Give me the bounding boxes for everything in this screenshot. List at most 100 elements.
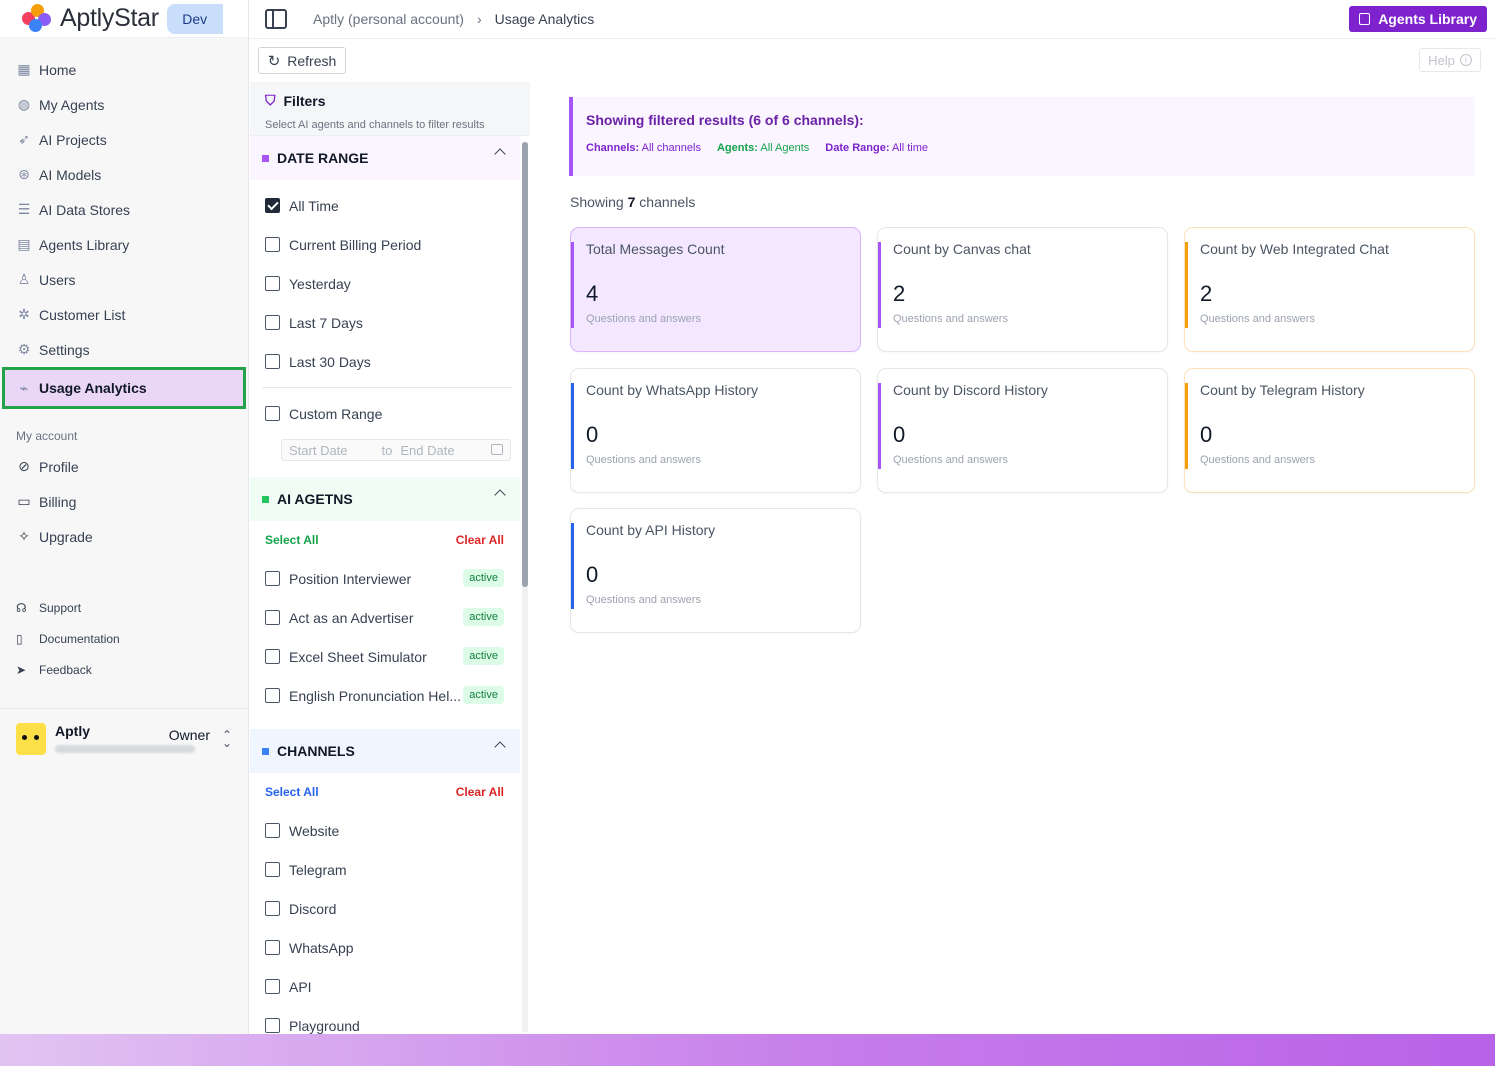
agent-option[interactable]: Act as an Advertiser active [250, 598, 520, 637]
card-subtitle: Questions and answers [1200, 454, 1315, 466]
stat-card-total-messages[interactable]: Total Messages Count 4 Questions and ans… [570, 227, 861, 352]
checkbox[interactable] [265, 406, 280, 421]
refresh-label: Refresh [287, 52, 337, 69]
agents-section-header[interactable]: AI AGETNS [250, 477, 520, 521]
card-title: Count by Canvas chat [893, 241, 1031, 257]
checkbox[interactable] [265, 862, 280, 877]
date-option-all-time[interactable]: All Time [250, 186, 520, 225]
end-date-placeholder[interactable]: End Date [400, 443, 454, 458]
checkbox[interactable] [265, 571, 280, 586]
nav-item-settings[interactable]: ⚙ Settings [0, 332, 248, 367]
date-range-section-header[interactable]: DATE RANGE [250, 136, 520, 180]
nav-item-usage-analytics[interactable]: ⌁ Usage Analytics [2, 367, 246, 409]
banner-channels-label: Channels: [586, 142, 640, 154]
channel-option[interactable]: Playground [250, 1006, 520, 1034]
nav-item-customer-list[interactable]: ✲ Customer List [0, 297, 248, 332]
env-badge[interactable]: Dev [166, 3, 223, 34]
support-link[interactable]: ☊ Support [0, 592, 248, 623]
send-icon: ➤ [16, 662, 27, 677]
custom-date-range-input[interactable]: Start Date to End Date [281, 439, 511, 461]
banner-date-label: Date Range: [825, 142, 890, 154]
nav-item-agents-library[interactable]: ▤ Agents Library [0, 227, 248, 262]
breadcrumb-parent[interactable]: Aptly (personal account) [313, 11, 464, 27]
checkbox[interactable] [265, 901, 280, 916]
showing-number: 7 [627, 194, 636, 210]
checkbox[interactable] [265, 979, 280, 994]
stat-card-canvas-chat[interactable]: Count by Canvas chat 2 Questions and ans… [877, 227, 1168, 352]
documentation-link[interactable]: ▯ Documentation [0, 623, 248, 654]
date-option-custom-range[interactable]: Custom Range [250, 394, 520, 433]
channel-option[interactable]: Website [250, 811, 520, 850]
start-date-placeholder[interactable]: Start Date [289, 443, 348, 458]
nav-item-users[interactable]: ♙ Users [0, 262, 248, 297]
user-icon: ♙ [17, 271, 31, 287]
agent-option[interactable]: Position Interviewer active [250, 559, 520, 598]
calendar-icon[interactable] [491, 444, 503, 455]
checkbox[interactable] [265, 237, 280, 252]
channel-label: Website [289, 822, 340, 839]
chevron-up-icon[interactable] [494, 489, 506, 501]
stat-card-whatsapp[interactable]: Count by WhatsApp History 0 Questions an… [570, 368, 861, 493]
feedback-link[interactable]: ➤ Feedback [0, 654, 248, 685]
nav-item-ai-data-stores[interactable]: ☰ AI Data Stores [0, 192, 248, 227]
checkbox[interactable] [265, 649, 280, 664]
nav-item-label: AI Models [39, 166, 102, 183]
agent-option[interactable]: English Pronunciation Hel... active [250, 676, 520, 715]
checkbox[interactable] [265, 198, 280, 213]
nav-item-home[interactable]: ▦ Home [0, 52, 248, 87]
section-marker [262, 154, 269, 162]
sidebar-toggle-icon[interactable] [265, 9, 287, 29]
channels-section-header[interactable]: CHANNELS [250, 729, 520, 773]
nav-item-my-agents[interactable]: ◍ My Agents [0, 87, 248, 122]
channel-option[interactable]: Discord [250, 889, 520, 928]
channels-clear-all[interactable]: Clear All [456, 785, 504, 799]
filter-scrollbar[interactable] [522, 142, 528, 1032]
stat-card-web-integrated-chat[interactable]: Count by Web Integrated Chat 2 Questions… [1184, 227, 1475, 352]
stat-card-telegram[interactable]: Count by Telegram History 0 Questions an… [1184, 368, 1475, 493]
date-option-current-billing[interactable]: Current Billing Period [250, 225, 520, 264]
nav-item-upgrade[interactable]: ✧ Upgrade [0, 519, 248, 554]
refresh-button[interactable]: ↻ Refresh [258, 47, 346, 74]
channel-option[interactable]: WhatsApp [250, 928, 520, 967]
checkbox[interactable] [265, 1018, 280, 1033]
chevron-up-icon[interactable] [494, 148, 506, 160]
channel-option[interactable]: API [250, 967, 520, 1006]
chevron-up-icon[interactable] [494, 741, 506, 753]
checkbox[interactable] [265, 354, 280, 369]
banner-channels: Channels: All channels [586, 142, 701, 154]
stat-card-discord[interactable]: Count by Discord History 0 Questions and… [877, 368, 1168, 493]
agents-select-all[interactable]: Select All [265, 533, 319, 547]
checkbox[interactable] [265, 688, 280, 703]
agents-clear-all[interactable]: Clear All [456, 533, 504, 547]
nav-item-ai-projects[interactable]: ➶ AI Projects [0, 122, 248, 157]
aptlystar-logo-icon[interactable] [22, 3, 52, 34]
stat-card-api[interactable]: Count by API History 0 Questions and ans… [570, 508, 861, 633]
card-value: 0 [586, 422, 599, 447]
funnel-icon: ⛉ [265, 92, 276, 108]
card-value: 4 [586, 281, 599, 306]
user-menu[interactable]: Aptly Owner ⌃ ⌄ [0, 708, 248, 755]
nav-item-ai-models[interactable]: ⊛ AI Models [0, 157, 248, 192]
checkbox[interactable] [265, 940, 280, 955]
channel-option[interactable]: Telegram [250, 850, 520, 889]
agent-label: English Pronunciation Hel... [289, 687, 461, 704]
avatar [16, 723, 46, 755]
nav-item-billing[interactable]: ▭ Billing [0, 484, 248, 519]
agent-option[interactable]: Excel Sheet Simulator active [250, 637, 520, 676]
checkbox[interactable] [265, 276, 280, 291]
filter-title: ⛉ Filters [265, 92, 515, 109]
checkbox[interactable] [265, 610, 280, 625]
checkbox[interactable] [265, 315, 280, 330]
filter-subtitle: Select AI agents and channels to filter … [265, 119, 485, 131]
brand-name: AptlyStar [60, 4, 159, 32]
checkbox[interactable] [265, 823, 280, 838]
nav-item-profile[interactable]: ⊘ Profile [0, 449, 248, 484]
channel-label: Discord [289, 900, 337, 917]
channels-select-all[interactable]: Select All [265, 785, 319, 799]
agents-library-button[interactable]: Agents Library [1349, 6, 1487, 32]
date-option-yesterday[interactable]: Yesterday [250, 264, 520, 303]
channel-label: Telegram [289, 861, 347, 878]
help-button[interactable]: Help i [1419, 48, 1481, 72]
date-option-last-7-days[interactable]: Last 7 Days [250, 303, 520, 342]
date-option-last-30-days[interactable]: Last 30 Days [250, 342, 520, 381]
